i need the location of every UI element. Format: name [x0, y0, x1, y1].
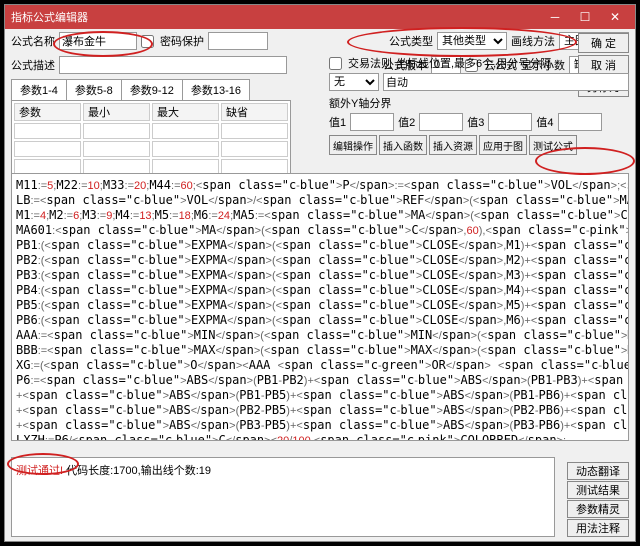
- formula-name-input[interactable]: [59, 32, 137, 50]
- label-desc: 公式描述: [11, 57, 55, 73]
- desc-input[interactable]: [59, 56, 287, 74]
- v3-input[interactable]: [488, 113, 532, 131]
- status-pass: 测试通过!: [16, 465, 63, 477]
- tres-button[interactable]: 测试结果: [567, 481, 629, 499]
- func-button[interactable]: 插入函数: [379, 135, 427, 155]
- tab-p1316[interactable]: 参数13-16: [182, 79, 250, 100]
- auto-input[interactable]: [383, 73, 629, 91]
- wiz-button[interactable]: 参数精灵: [567, 500, 629, 518]
- editor-window: 指标公式编辑器 ─ ☐ ✕ 公式名称 密码保护 公式类型 其他类型 画线方法 主…: [4, 4, 636, 542]
- code-editor[interactable]: M11:=5;M22:=10;M33:=20;M44:=60;<span cla…: [11, 173, 629, 441]
- ok-button[interactable]: 确 定: [578, 33, 629, 53]
- tab-p14[interactable]: 参数1-4: [11, 79, 67, 100]
- tab-p912[interactable]: 参数9-12: [121, 79, 183, 100]
- label-draw: 画线方法: [511, 33, 555, 49]
- label-type: 公式类型: [389, 33, 433, 49]
- pwd-checkbox[interactable]: [141, 35, 154, 48]
- label-trade: 交易法则: [348, 55, 392, 71]
- type-select[interactable]: 其他类型: [437, 32, 507, 50]
- label-extra: 额外Y轴分界: [329, 95, 629, 111]
- pwd-input[interactable]: [208, 32, 268, 50]
- maximize-icon[interactable]: ☐: [571, 8, 599, 26]
- right-panel: 交易法则 坐标线位置,最多6个,用分号分隔 无 额外Y轴分界 值1 值2 值3 …: [329, 55, 629, 155]
- label-coord: 坐标线位置,最多6个,用分号分隔: [396, 55, 551, 71]
- status-codelen: 代码长度:1700,输出线个数:19: [66, 465, 211, 477]
- res-button[interactable]: 插入资源: [429, 135, 477, 155]
- v1-input[interactable]: [350, 113, 394, 131]
- titlebar: 指标公式编辑器 ─ ☐ ✕: [5, 5, 635, 29]
- v4-input[interactable]: [558, 113, 602, 131]
- label-name: 公式名称: [11, 33, 55, 49]
- tab-p58[interactable]: 参数5-8: [66, 79, 122, 100]
- note-button[interactable]: 用法注释: [567, 519, 629, 537]
- window-title: 指标公式编辑器: [11, 9, 88, 25]
- trade-checkbox[interactable]: [329, 57, 342, 70]
- none-select[interactable]: 无: [329, 73, 379, 91]
- dyn-button[interactable]: 动态翻译: [567, 462, 629, 480]
- minimize-icon[interactable]: ─: [541, 8, 569, 26]
- edit-button[interactable]: 编辑操作: [329, 135, 377, 155]
- apply-button[interactable]: 应用于图: [479, 135, 527, 155]
- label-pwd: 密码保护: [160, 33, 204, 49]
- status-bar: 测试通过! 代码长度:1700,输出线个数:19: [11, 457, 555, 537]
- v2-input[interactable]: [419, 113, 463, 131]
- close-icon[interactable]: ✕: [601, 8, 629, 26]
- test-button[interactable]: 测试公式: [529, 135, 577, 155]
